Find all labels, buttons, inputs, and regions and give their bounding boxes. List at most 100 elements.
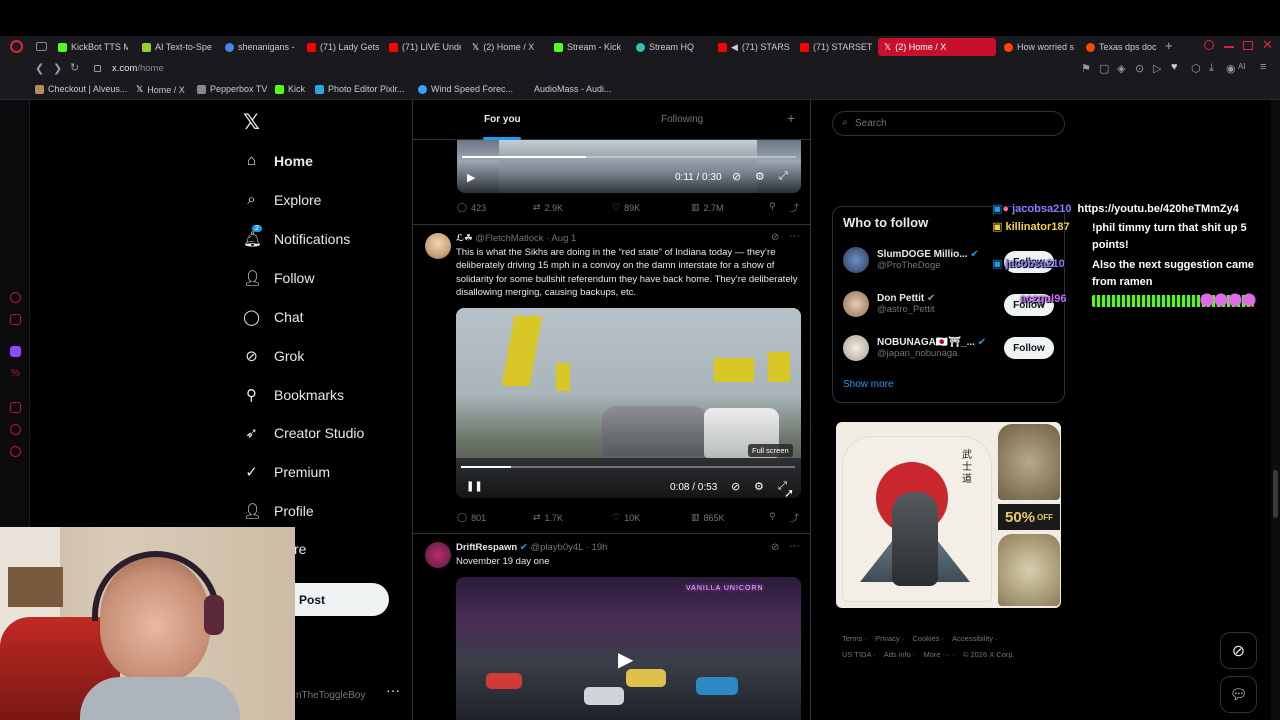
- nav-home[interactable]: ⌂ Home: [243, 152, 313, 169]
- tweet-handle[interactable]: @playb0y4L: [530, 542, 583, 553]
- settings-icon[interactable]: ⚙: [754, 480, 764, 493]
- footer-accessibility[interactable]: Accessibility: [952, 634, 993, 643]
- reply-count[interactable]: ◯ 801: [457, 512, 486, 523]
- player-icon[interactable]: ▷: [1153, 62, 1161, 75]
- play-icon[interactable]: ▶: [467, 171, 475, 184]
- tweet-more-icon[interactable]: ···: [789, 230, 800, 242]
- tab-stars[interactable]: ◀ (71) STARS: [718, 38, 790, 56]
- reload-icon[interactable]: ↻: [70, 61, 79, 74]
- tweet-avatar[interactable]: [425, 233, 451, 259]
- nav-notifications[interactable]: 🔔︎ 2 Notifications: [243, 225, 350, 248]
- bookmark-wind-speed[interactable]: Wind Speed Forec...: [418, 84, 513, 94]
- nav-more-partial[interactable]: re: [294, 541, 306, 557]
- who-show-more[interactable]: Show more: [843, 379, 894, 390]
- video-player-3[interactable]: VANILLA UNICORN ▶: [456, 577, 801, 720]
- nav-explore[interactable]: ⌕ Explore: [243, 191, 321, 208]
- bookmark-icon[interactable]: ⚲: [769, 201, 776, 212]
- tab-starset[interactable]: (71) STARSET: [800, 38, 872, 56]
- url-field[interactable]: x.com/home: [112, 63, 164, 74]
- sidebar-history-icon[interactable]: [10, 424, 21, 435]
- suggestion-row[interactable]: SlumDOGE Millio... ✔ @ProTheDoge: [843, 247, 979, 273]
- minimize-icon[interactable]: [1224, 46, 1234, 48]
- vpn-icon[interactable]: ⊙: [1135, 62, 1144, 75]
- bookmark-icon[interactable]: ⚲: [769, 511, 776, 522]
- tab-live-unde[interactable]: (71) LIVE Unde: [389, 38, 461, 56]
- maximize-icon[interactable]: [1243, 41, 1253, 50]
- extensions-icon[interactable]: ⬡: [1191, 62, 1201, 75]
- grok-float-button[interactable]: ⊘: [1220, 632, 1257, 669]
- close-icon[interactable]: ✕: [1262, 37, 1273, 53]
- suggestion-row[interactable]: NOBUNAGA🇯🇵⛩_... ✔ @japan_nobunaga: [843, 335, 986, 361]
- sidebar-panel-icon[interactable]: [10, 292, 21, 303]
- repost-count[interactable]: ⇄ 1.7K: [533, 512, 563, 523]
- tab-stream-kick[interactable]: Stream - Kick: [554, 38, 624, 56]
- tab-for-you[interactable]: For you: [484, 114, 521, 125]
- menu-icon[interactable]: ≡: [1260, 61, 1266, 73]
- profile-icon[interactable]: ◉: [1226, 62, 1236, 75]
- tab-shenanigans[interactable]: shenanigans -: [225, 38, 297, 56]
- back-icon[interactable]: ❮: [35, 62, 44, 75]
- footer-cookies[interactable]: Cookies: [912, 634, 939, 643]
- snapshot-icon[interactable]: ▢: [1099, 62, 1109, 75]
- video-player-2[interactable]: Full screen ❚❚ 0:08 / 0:53 ⊘ ⚙ ⤢ ➚: [456, 308, 801, 498]
- tweet-date[interactable]: · Aug 1: [546, 233, 576, 244]
- grok-icon[interactable]: ⊘: [771, 542, 779, 553]
- tweet-date[interactable]: · 19h: [586, 542, 608, 553]
- account-more-icon[interactable]: ···: [386, 682, 400, 698]
- search-box[interactable]: ⌕ Search: [832, 111, 1065, 136]
- footer-terms[interactable]: Terms: [842, 634, 862, 643]
- download-icon[interactable]: ⤓: [1209, 62, 1214, 75]
- messages-float-button[interactable]: 💬︎: [1220, 676, 1257, 713]
- bookmark-pixlr[interactable]: Photo Editor Pixlr...: [315, 84, 405, 94]
- tab-search-icon[interactable]: [1204, 40, 1214, 50]
- video-2-progress[interactable]: [461, 466, 795, 468]
- mute-icon[interactable]: ⊘: [731, 480, 740, 493]
- fullscreen-icon[interactable]: ⤢: [779, 170, 788, 183]
- tab-ai-tts[interactable]: AI Text-to-Spe: [142, 38, 214, 56]
- footer-privacy[interactable]: Privacy: [875, 634, 900, 643]
- footer-ads-info[interactable]: Ads info: [884, 650, 911, 659]
- tab-kickbot[interactable]: KickBot TTS M: [58, 38, 128, 56]
- ad-banner[interactable]: 武士道 50% OFF: [836, 422, 1061, 608]
- repost-count[interactable]: ⇄ 2.9K: [533, 202, 563, 213]
- sidebar-settings-icon[interactable]: [10, 446, 21, 457]
- twitch-icon[interactable]: [10, 346, 21, 357]
- trend-name[interactable]: Danny Young: [843, 138, 907, 149]
- bookmark-audiomass[interactable]: AudioMass - Audi...: [534, 84, 612, 94]
- account-handle-partial[interactable]: nTheToggleBoy: [296, 690, 366, 701]
- tab-how-worried[interactable]: How worried s: [1004, 38, 1076, 56]
- scrollbar-thumb[interactable]: [1273, 470, 1278, 518]
- ai-icon[interactable]: AI: [1238, 62, 1246, 71]
- bookmark-kick[interactable]: Kick: [275, 84, 305, 94]
- video-player-1[interactable]: ▶ 0:11 / 0:30 ⊘ ⚙ ⤢: [457, 140, 801, 193]
- add-tab-plus-icon[interactable]: +: [787, 110, 795, 126]
- sidebar-bag-icon[interactable]: [10, 314, 21, 325]
- view-count[interactable]: ▥ 2.7M: [691, 202, 724, 213]
- nav-follow[interactable]: 👤︎ Follow: [243, 269, 314, 287]
- bookmark-checkout-alveus[interactable]: Checkout | Alveus...: [35, 84, 127, 94]
- nav-grok[interactable]: ⊘ Grok: [243, 347, 304, 365]
- share-icon[interactable]: ⤴: [790, 511, 799, 524]
- tweet-author[interactable]: ℒ☘: [456, 233, 473, 244]
- footer-more[interactable]: More ···: [924, 650, 951, 659]
- nav-profile[interactable]: 👤︎ Profile: [243, 502, 314, 520]
- workspaces-icon[interactable]: [36, 42, 47, 51]
- suggestion-row[interactable]: Don Pettit ✔ @astro_Pettit: [843, 291, 935, 317]
- play-icon[interactable]: ▶: [618, 647, 633, 672]
- new-tab-plus-icon[interactable]: +: [1165, 38, 1173, 53]
- view-count[interactable]: ▥ 865K: [691, 512, 725, 523]
- footer-us-tida[interactable]: US TIDA: [842, 650, 871, 659]
- sidebar-percent-icon[interactable]: %: [11, 368, 22, 379]
- bookmark-pepperbox[interactable]: Pepperbox TV: [197, 84, 267, 94]
- share-icon[interactable]: ⤴: [790, 201, 799, 214]
- tweet-more-icon[interactable]: ···: [789, 540, 800, 552]
- bookmark-home-x[interactable]: 𝕏 Home / X: [136, 84, 185, 95]
- tab-following[interactable]: Following: [661, 114, 703, 125]
- scrollbar-track[interactable]: [1271, 100, 1280, 720]
- adblock-icon[interactable]: ◈: [1117, 62, 1125, 75]
- like-count[interactable]: ♡ 89K: [612, 202, 640, 213]
- speaker-icon[interactable]: ◀: [731, 42, 738, 53]
- nav-bookmarks[interactable]: ⚲ Bookmarks: [243, 386, 344, 404]
- pause-icon[interactable]: ❚❚: [466, 481, 483, 492]
- tab-texas-dps[interactable]: Texas dps doc: [1086, 38, 1158, 56]
